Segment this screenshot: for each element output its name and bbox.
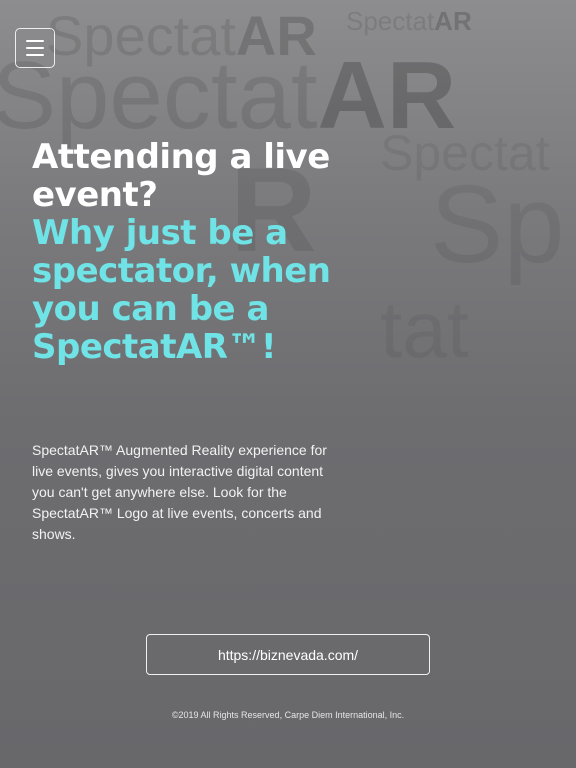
hamburger-menu-icon (26, 54, 44, 56)
hamburger-menu-icon (26, 47, 44, 49)
hero-description: SpectatAR™ Augmented Reality experience … (32, 442, 327, 542)
watermark-logo: SpectatAR (46, 4, 317, 67)
hero-headline: Attending a live event? Why just be a sp… (32, 138, 352, 366)
menu-toggle-button[interactable] (15, 28, 55, 68)
footer-copyright: ©2019 All Rights Reserved, Carpe Diem In… (171, 710, 405, 720)
watermark-logo: SpectatAR (346, 6, 472, 36)
watermark-logo: tat (380, 285, 469, 374)
website-link-button[interactable]: https://biznevada.com/ (146, 634, 430, 675)
headline-tagline: Why just be a spectator, when you can be… (32, 213, 331, 367)
headline-question: Attending a live event? (32, 137, 330, 215)
watermark-logo: Spectat (380, 125, 550, 181)
hamburger-menu-icon (26, 40, 44, 42)
watermark-logo: SpectatAR (0, 42, 457, 149)
watermark-logo: Sp (430, 163, 565, 286)
